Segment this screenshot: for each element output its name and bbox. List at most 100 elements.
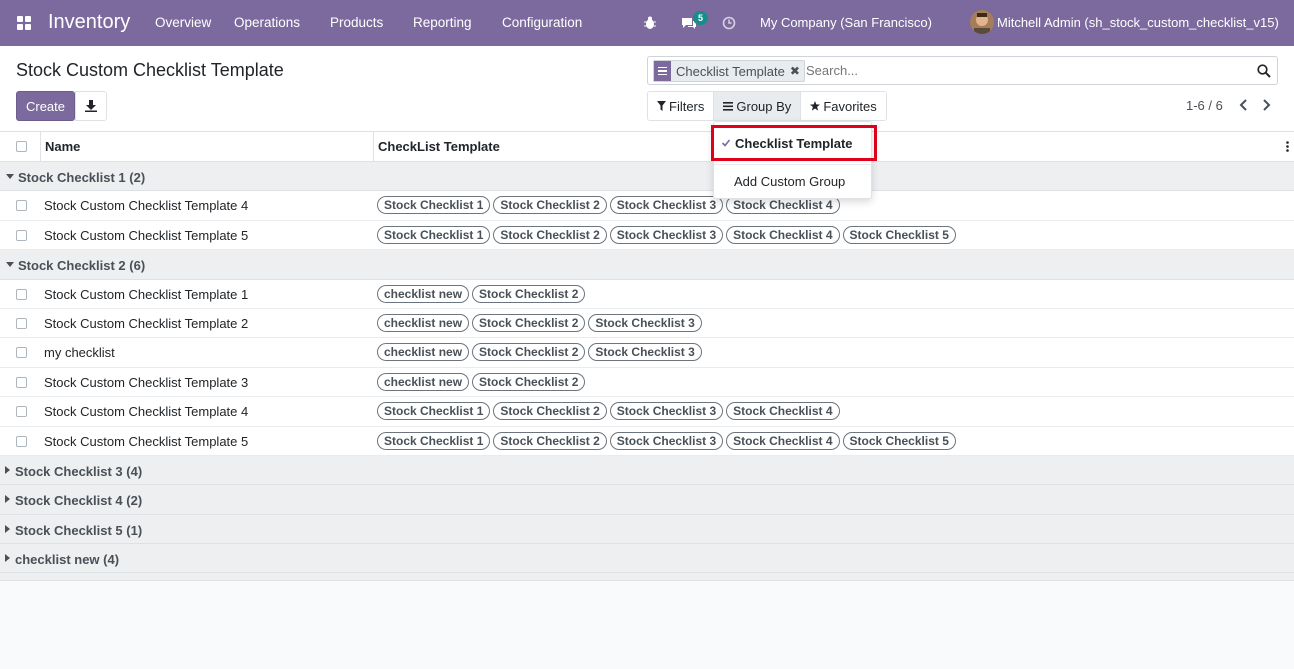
add-custom-group-option[interactable]: Add Custom Group xyxy=(734,174,845,189)
row-checkbox[interactable] xyxy=(16,200,27,212)
table-row[interactable]: Stock Custom Checklist Template 2 checkli… xyxy=(0,308,1294,339)
top-navbar: Inventory Overview Operations Products R… xyxy=(0,0,1294,46)
table-row[interactable]: Stock Custom Checklist Template 5 Stock C… xyxy=(0,220,1294,251)
chat-count-badge: 5 xyxy=(693,11,708,25)
export-button[interactable] xyxy=(75,91,107,121)
facet-remove-icon[interactable]: ✖ xyxy=(790,64,804,78)
row-name: Stock Custom Checklist Template 5 xyxy=(44,433,249,449)
row-checkbox[interactable] xyxy=(16,376,27,388)
row-checkbox[interactable] xyxy=(16,317,27,329)
activity-clock-icon[interactable] xyxy=(722,16,736,30)
checklist-tag: Stock Checklist 5 xyxy=(842,431,956,450)
favorites-label: Favorites xyxy=(823,98,877,114)
group-row[interactable]: Stock Checklist 1 (2) xyxy=(0,162,1294,192)
checklist-tag: Stock Checklist 3 xyxy=(609,225,724,244)
filter-funnel-icon xyxy=(657,101,666,111)
table-row[interactable]: Stock Custom Checklist Template 4 Stock C… xyxy=(0,397,1294,427)
menu-overview[interactable]: Overview xyxy=(155,15,211,30)
facet-label: Checklist Template xyxy=(676,63,785,79)
group-row[interactable]: Stock Checklist 3 (4) xyxy=(0,455,1294,486)
search-options-group: Filters Group By Favorites xyxy=(647,91,887,121)
caret-down-icon xyxy=(6,262,14,268)
checklist-tag: Stock Checklist 4 xyxy=(726,196,840,215)
company-switcher[interactable]: My Company (San Francisco) xyxy=(760,15,932,30)
checklist-tag: checklist new xyxy=(377,284,470,303)
list-view-table: Name CheckList Template Stock Checklist … xyxy=(0,132,1294,582)
groupby-label: Group By xyxy=(736,98,792,114)
menu-operations[interactable]: Operations xyxy=(234,15,300,30)
page-title: Stock Custom Checklist Template xyxy=(16,60,284,80)
group-label: Stock Checklist 5 (1) xyxy=(15,522,143,538)
row-tags: checklist new Stock Checklist 2 xyxy=(377,284,586,303)
menu-configuration[interactable]: Configuration xyxy=(502,15,582,30)
group-row[interactable]: Stock Checklist 2 (6) xyxy=(0,250,1294,280)
column-header-checklist-template[interactable]: CheckList Template xyxy=(378,132,500,162)
optional-columns-icon[interactable] xyxy=(1286,141,1289,152)
column-header-name[interactable]: Name xyxy=(45,132,80,162)
checklist-tag: checklist new xyxy=(377,343,470,362)
row-name: Stock Custom Checklist Template 5 xyxy=(44,227,249,243)
pager-next-icon[interactable] xyxy=(1261,99,1271,111)
table-row[interactable]: Stock Custom Checklist Template 5 Stock C… xyxy=(0,426,1294,456)
checklist-tag: Stock Checklist 1 xyxy=(377,196,491,215)
table-row[interactable]: Stock Custom Checklist Template 1 checkli… xyxy=(0,279,1294,309)
checklist-tag: Stock Checklist 4 xyxy=(726,431,840,450)
group-row[interactable]: Stock Checklist 4 (2) xyxy=(0,485,1294,515)
row-tags: Stock Checklist 1 Stock Checklist 2 Stock … xyxy=(377,402,840,421)
app-title[interactable]: Inventory xyxy=(48,11,130,34)
checklist-tag: Stock Checklist 2 xyxy=(472,313,586,332)
filters-button[interactable]: Filters xyxy=(648,92,715,120)
checklist-tag: Stock Checklist 2 xyxy=(493,196,607,215)
checklist-tag: Stock Checklist 4 xyxy=(726,225,840,244)
checklist-tag: Stock Checklist 3 xyxy=(609,402,724,421)
row-name: Stock Custom Checklist Template 4 xyxy=(44,404,249,420)
group-label: Stock Checklist 4 (2) xyxy=(15,493,143,509)
group-row[interactable]: checklist new (4) xyxy=(0,544,1294,574)
debug-bug-icon[interactable] xyxy=(644,16,656,30)
menu-reporting[interactable]: Reporting xyxy=(413,15,472,30)
caret-right-icon xyxy=(5,465,10,474)
table-header: Name CheckList Template xyxy=(0,132,1294,162)
row-checkbox[interactable] xyxy=(16,347,27,359)
user-menu[interactable]: Mitchell Admin (sh_stock_custom_checklis… xyxy=(997,15,1279,30)
checklist-tag: Stock Checklist 5 xyxy=(842,225,956,244)
row-tags: checklist new Stock Checklist 2 Stock Chec… xyxy=(377,313,702,332)
caret-right-icon xyxy=(5,495,10,504)
group-label: checklist new (4) xyxy=(15,552,120,568)
create-button[interactable]: Create xyxy=(16,91,75,121)
row-name: my checklist xyxy=(44,345,115,361)
pager-previous-icon[interactable] xyxy=(1239,99,1249,111)
row-name: Stock Custom Checklist Template 1 xyxy=(44,286,249,302)
row-checkbox[interactable] xyxy=(16,229,27,241)
download-icon xyxy=(85,100,97,112)
checklist-tag: Stock Checklist 3 xyxy=(588,313,702,332)
pager-value[interactable]: 1-6 / 6 xyxy=(1186,98,1223,113)
row-tags: Stock Checklist 1 Stock Checklist 2 Stock … xyxy=(377,431,956,450)
menu-products[interactable]: Products xyxy=(330,15,383,30)
highlight-box xyxy=(711,125,877,161)
table-row[interactable]: Stock Custom Checklist Template 4 Stock C… xyxy=(0,191,1294,221)
table-footer xyxy=(0,573,1294,582)
favorites-button[interactable]: Favorites xyxy=(801,92,886,120)
row-checkbox[interactable] xyxy=(16,406,27,418)
groupby-layers-icon xyxy=(654,61,671,81)
table-row[interactable]: Stock Custom Checklist Template 3 checkli… xyxy=(0,367,1294,398)
search-input[interactable] xyxy=(806,63,1206,78)
search-bar[interactable]: Checklist Template ✖ xyxy=(647,56,1278,85)
row-checkbox[interactable] xyxy=(16,288,27,300)
groupby-facet[interactable]: Checklist Template ✖ xyxy=(653,60,805,82)
table-row[interactable]: my checklist checklist new Stock Checklist… xyxy=(0,338,1294,368)
group-row[interactable]: Stock Checklist 5 (1) xyxy=(0,514,1294,545)
caret-right-icon xyxy=(5,554,10,563)
table-body: Stock Checklist 1 (2) Stock Custom Checkl… xyxy=(0,162,1294,574)
checklist-tag: Stock Checklist 2 xyxy=(493,402,607,421)
search-icon[interactable] xyxy=(1257,64,1271,78)
select-all-checkbox[interactable] xyxy=(16,141,27,152)
user-avatar[interactable] xyxy=(970,10,994,34)
groupby-button[interactable]: Group By xyxy=(714,92,802,120)
row-name: Stock Custom Checklist Template 2 xyxy=(44,315,249,331)
row-checkbox[interactable] xyxy=(16,435,27,447)
apps-menu-icon[interactable] xyxy=(17,16,32,31)
checklist-tag: checklist new xyxy=(377,313,470,332)
dropdown-divider xyxy=(714,164,871,165)
